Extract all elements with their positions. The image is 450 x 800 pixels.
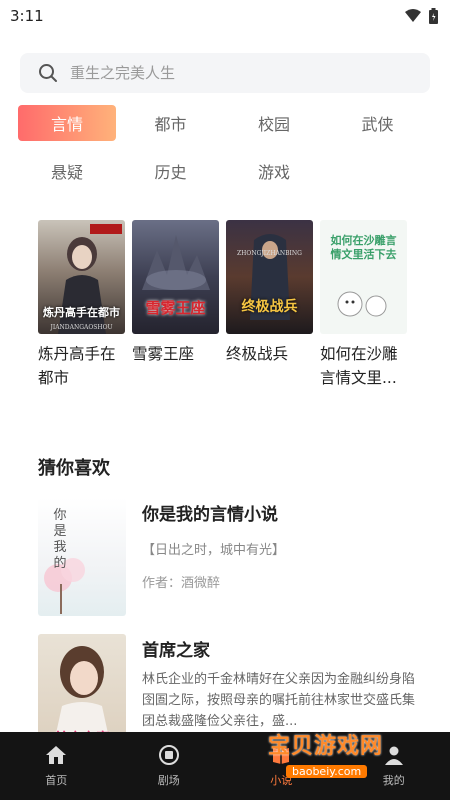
category-dushi[interactable]: 都市 [122, 105, 220, 141]
book-cover: 终极战兵 ZHONGJIZHANBING [226, 220, 313, 334]
tab-home-label: 首页 [45, 774, 68, 787]
book-title-line1: 如何在沙雕 [320, 345, 398, 363]
section-title: 猜你喜欢 [38, 458, 110, 479]
category-wuxia[interactable]: 武侠 [329, 105, 427, 141]
book-card[interactable]: 雪雾王座 雪雾王座 [132, 220, 219, 390]
category-grid: 言情 都市 校园 武侠 悬疑 历史 游戏 [18, 105, 432, 201]
cover-title: 雪雾王座 [145, 299, 206, 317]
book-title-line1: 雪雾王座 [132, 345, 195, 363]
book-title: 雪雾王座 [132, 342, 219, 366]
tab-profile[interactable]: 我的 [338, 732, 450, 800]
book-title: 终极战兵 [226, 342, 313, 366]
tab-novel-label: 小说 [270, 774, 293, 787]
search-bar[interactable] [20, 53, 430, 93]
status-icons [405, 8, 438, 24]
book-title-line2: 言情文里... [320, 369, 397, 387]
book-icon [273, 748, 290, 764]
recommendation-item[interactable]: 你是我的 你是我的言情小说 【日出之时，城中有光】 作者：酒微醉 [38, 498, 418, 616]
category-youxi[interactable]: 游戏 [225, 153, 323, 189]
status-time: 3:11 [10, 7, 44, 25]
status-bar: 3:11 [0, 0, 450, 32]
tab-profile-label: 我的 [382, 774, 405, 787]
category-xuanyi[interactable]: 悬疑 [18, 153, 116, 189]
book-card[interactable]: 终极战兵 ZHONGJIZHANBING 终极战兵 [226, 220, 313, 390]
book-cover: 雪雾王座 [132, 220, 219, 334]
category-yanqing[interactable]: 言情 [18, 105, 116, 141]
profile-icon [384, 746, 403, 765]
rec-description: 林氏企业的千金林晴好在父亲因为金融纠纷身陷囹圄之际，按照母亲的嘱托前往林家世交盛… [142, 672, 416, 729]
wifi-icon [405, 9, 421, 22]
book-title: 如何在沙雕 言情文里... [320, 342, 407, 390]
rec-tag: 【日出之时，城中有光】 [142, 543, 286, 558]
book-title-line1: 终极战兵 [226, 345, 289, 363]
rec-cover: 你是我的 [38, 498, 126, 616]
book-list: 炼丹高手在都市 JIANDANGAOSHOU 炼丹高手在 都市 雪雾王座 雪雾王… [38, 220, 418, 390]
search-input[interactable] [70, 64, 390, 82]
book-title-line1: 炼丹高手在 [38, 345, 116, 363]
book-cover: 如何在沙雕言情文里活下去 [320, 220, 407, 334]
book-card[interactable]: 如何在沙雕言情文里活下去 如何在沙雕 言情文里... [320, 220, 407, 390]
theater-icon [158, 745, 179, 765]
tab-theater[interactable]: 剧场 [113, 732, 226, 800]
cover-title: 终极战兵 [241, 299, 298, 315]
tab-theater-label: 剧场 [157, 774, 180, 787]
tab-novel[interactable]: 小说 [225, 732, 338, 800]
rec-title: 你是我的言情小说 [142, 505, 278, 525]
cover-subtitle: JIANDANGAOSHOU [50, 324, 113, 331]
book-title: 炼丹高手在 都市 [38, 342, 125, 390]
battery-icon [429, 8, 438, 24]
tab-home[interactable]: 首页 [0, 732, 113, 800]
home-icon [46, 746, 67, 764]
search-icon [39, 64, 57, 82]
cover-subtitle: ZHONGJIZHANBING [237, 250, 302, 257]
cover-title: 炼丹高手在都市 [43, 306, 120, 319]
book-cover: 炼丹高手在都市 JIANDANGAOSHOU [38, 220, 125, 334]
rec-author: 作者：酒微醉 [142, 576, 221, 591]
rec-cover-title: 你是我的 [53, 508, 67, 571]
book-card[interactable]: 炼丹高手在都市 JIANDANGAOSHOU 炼丹高手在 都市 [38, 220, 125, 390]
rec-title: 首席之家 [142, 641, 210, 661]
category-xiaoyuan[interactable]: 校园 [225, 105, 323, 141]
bottom-tab-bar: 首页 剧场 小说 我的 [0, 732, 450, 800]
category-lishi[interactable]: 历史 [122, 153, 220, 189]
book-title-line2: 都市 [38, 369, 70, 387]
